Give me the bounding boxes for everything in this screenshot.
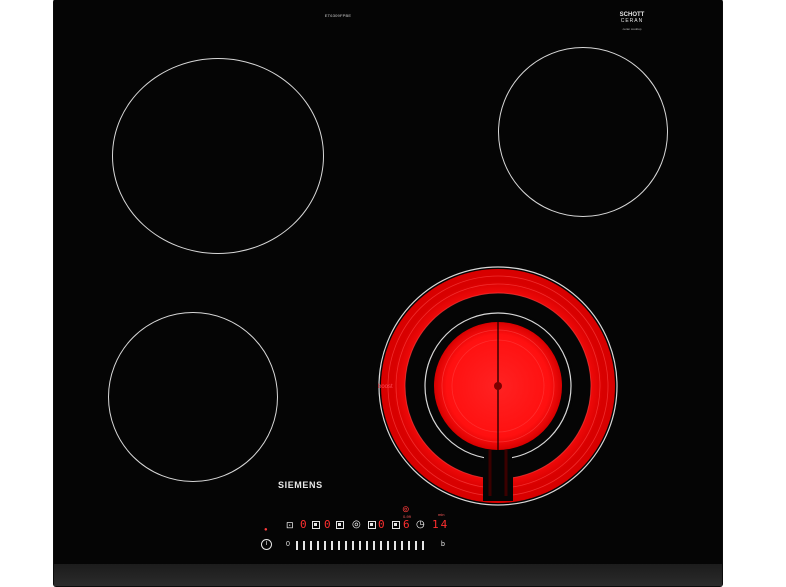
slider-step[interactable] [296,541,298,550]
zone-select-icon-rear-left[interactable] [312,521,320,529]
slider-step[interactable] [331,541,333,550]
slider-step[interactable] [324,541,326,550]
zone-display-rear-right: 0 [378,518,385,531]
power-icon: i [265,540,268,547]
zone-front-right-heating [378,266,618,506]
zone-rear-right [498,47,668,217]
slider-step[interactable] [380,541,382,550]
glass-brand-line3: ceran cooktop [622,27,642,31]
boost-label: boost [378,384,393,390]
slider-step[interactable] [317,541,319,550]
zone-select-icon-front-right[interactable] [392,521,400,529]
slider-step[interactable] [303,541,305,550]
slider-step[interactable] [345,541,347,550]
slider-step[interactable] [408,541,410,550]
slider-min-label: 0 [286,541,290,548]
zone-display-front-left: 0 [324,518,331,531]
timer-display: 14 [432,518,450,531]
timer-range-caption: 0-99 [403,514,412,519]
slider-step[interactable] [394,541,396,550]
slider-step[interactable] [366,541,368,550]
indicator-light-icon: ● [264,527,268,533]
child-lock-icon[interactable]: ⊡ [286,520,294,531]
select-zone-button[interactable]: ◎ [352,519,361,530]
slider-step[interactable] [401,541,403,550]
slider-step[interactable] [422,541,424,550]
brand-logo: SIEMENS [278,480,323,490]
slider-step[interactable] [338,541,340,550]
model-code: ET6309FPBE [324,13,352,18]
slider-max-label: b [441,541,445,548]
front-edge [54,564,722,586]
slider-step[interactable] [415,541,417,550]
power-button[interactable]: i [261,539,272,550]
glass-brand-line2: CERAN [620,18,644,24]
slider-step[interactable] [359,541,361,550]
slider-step[interactable] [387,541,389,550]
slider-step[interactable] [310,541,312,550]
slider-step[interactable] [352,541,354,550]
zone-rear-left [112,58,324,254]
schott-ceran-logo: SCHOTT CERAN ceran cooktop [612,12,652,32]
zone-display-rear-left: 0 [300,518,307,531]
zone-select-icon-rear-right[interactable] [368,521,376,529]
timer-unit: min [438,512,445,517]
power-level-slider[interactable] [296,541,424,550]
zone-select-icon-front-left[interactable] [336,521,344,529]
timer-icon[interactable]: ◷ [416,519,425,530]
zone-display-front-right: 6 [403,518,410,531]
slider-step[interactable] [373,541,375,550]
zone-front-left [108,312,278,482]
